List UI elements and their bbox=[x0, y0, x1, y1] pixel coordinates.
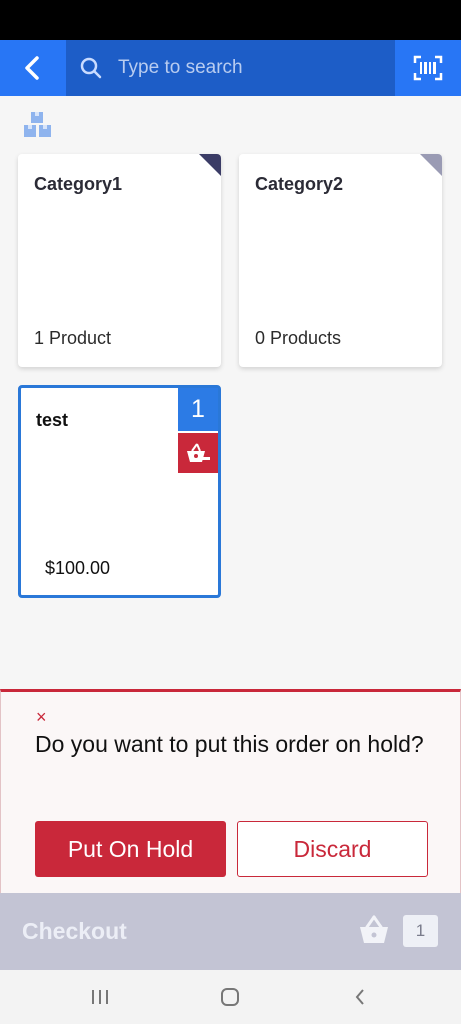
category-title: Category2 bbox=[255, 174, 344, 194]
category-product-count: 0 Products bbox=[255, 328, 342, 348]
category-title: Category1 bbox=[34, 174, 123, 194]
home-button[interactable] bbox=[215, 982, 245, 1012]
hold-question: Do you want to put this order on hold? bbox=[35, 731, 424, 757]
basket-remove-icon bbox=[187, 443, 210, 462]
system-nav-bar bbox=[0, 970, 461, 1024]
remove-from-basket-button[interactable] bbox=[178, 433, 218, 473]
put-on-hold-button[interactable]: Put On Hold bbox=[35, 821, 226, 877]
recent-apps-icon bbox=[92, 990, 108, 1004]
system-back-button[interactable] bbox=[345, 982, 375, 1012]
scan-button[interactable] bbox=[395, 40, 461, 96]
barcode-scan-icon bbox=[413, 55, 443, 81]
category-product-count: 1 Product bbox=[34, 328, 112, 348]
search-bar[interactable] bbox=[66, 40, 395, 96]
cart-count-badge: 1 bbox=[403, 915, 438, 947]
product-price: $100.00 bbox=[45, 558, 111, 578]
top-bar bbox=[0, 40, 461, 96]
chevron-left-icon bbox=[25, 56, 39, 80]
checkout-label: Checkout bbox=[22, 918, 127, 944]
product-card[interactable]: test 1 $100.00 bbox=[18, 385, 221, 598]
chevron-left-icon bbox=[355, 989, 364, 1005]
category-corner-marker bbox=[199, 154, 221, 176]
basket-icon bbox=[360, 915, 388, 943]
status-bar bbox=[0, 0, 461, 40]
product-title: test bbox=[36, 410, 69, 430]
search-icon bbox=[80, 57, 102, 79]
quantity-badge: 1 bbox=[178, 388, 218, 431]
back-button[interactable] bbox=[0, 40, 66, 96]
checkout-bar[interactable]: Checkout 1 bbox=[0, 893, 461, 970]
category-card-2[interactable]: Category2 0 Products bbox=[239, 154, 442, 367]
recent-apps-button[interactable] bbox=[85, 982, 115, 1012]
home-circle-icon bbox=[221, 988, 239, 1006]
boxes-icon[interactable] bbox=[22, 110, 54, 140]
category-corner-marker bbox=[420, 154, 442, 176]
category-card-1[interactable]: Category1 1 Product bbox=[18, 154, 221, 367]
close-dialog-button[interactable]: × bbox=[36, 708, 47, 726]
hold-order-dialog: × Do you want to put this order on hold?… bbox=[0, 689, 461, 893]
search-input[interactable] bbox=[118, 57, 358, 79]
discard-button[interactable]: Discard bbox=[237, 821, 428, 877]
